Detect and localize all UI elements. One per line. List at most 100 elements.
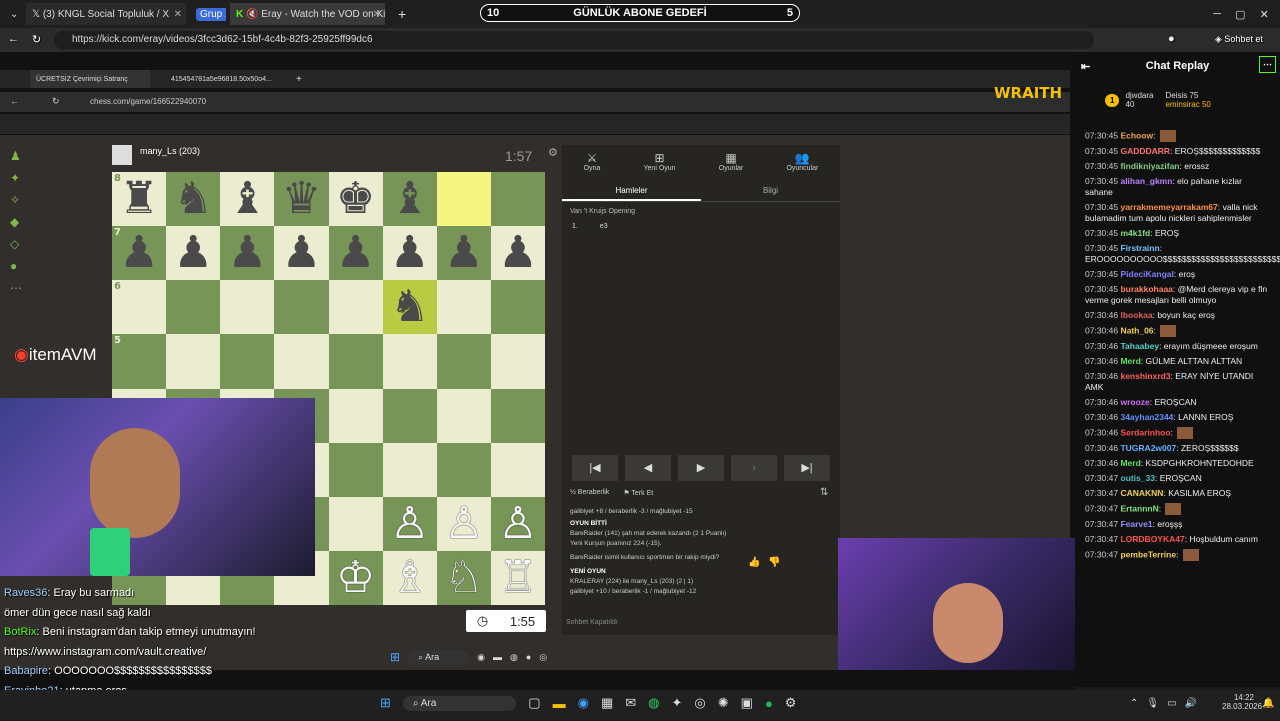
tab-moves[interactable]: Hamleler [562, 182, 701, 201]
inner-url-field[interactable]: chess.com/game/166522940070 [90, 97, 206, 106]
gear-icon[interactable]: ⚙ [548, 146, 558, 159]
maximize-icon[interactable]: ▢ [1235, 8, 1245, 21]
chevron-up-icon[interactable]: ⌃ [1130, 698, 1138, 709]
inner-new-tab-button[interactable]: + [290, 70, 302, 88]
steam-icon[interactable]: ◎ [539, 652, 547, 663]
notification-icon[interactable]: 🔔 [1262, 698, 1274, 709]
mute-icon[interactable]: 🔇 [246, 9, 261, 20]
flip-board-icon[interactable]: ⇅ [820, 487, 828, 498]
watch-icon[interactable]: ◆ [10, 211, 26, 233]
board-square[interactable]: ♘ [436, 550, 491, 605]
board-square[interactable] [328, 496, 383, 551]
chess-piece-wp[interactable]: ♙ [444, 501, 483, 546]
tab-x[interactable]: 𝕏 (3) KNGL Social Topluluk / X ✕ [26, 3, 186, 25]
board-square[interactable] [166, 334, 221, 389]
chat-username[interactable]: Merd [1120, 458, 1140, 468]
board-square[interactable]: ♖ [490, 550, 545, 605]
clock[interactable]: 14:22 28.03.2026 [1222, 693, 1262, 711]
tab-info[interactable]: Bilgi [701, 182, 840, 201]
chat-username[interactable]: findikniyazifan [1120, 161, 1179, 171]
minimize-icon[interactable]: ─ [1213, 8, 1221, 20]
volume-icon[interactable]: 🔊 [1185, 698, 1197, 709]
chat-username[interactable]: Serdarinhoo [1120, 427, 1170, 437]
chess-piece-bk[interactable]: ♚ [336, 177, 375, 221]
chat-username[interactable]: wrooze [1120, 397, 1149, 407]
board-square[interactable] [436, 442, 491, 497]
avatar[interactable]: ● [1168, 33, 1175, 45]
board-square[interactable]: ♟ [166, 226, 221, 281]
chess-piece-bp[interactable]: ♟ [228, 231, 267, 275]
collapse-chat-icon[interactable]: ⇤ [1081, 60, 1090, 73]
copilot-button[interactable]: ◈ Sohbet et [1215, 34, 1263, 45]
taskbar-search-box[interactable]: ⌕ Ara [402, 695, 517, 711]
tab-group[interactable]: Grup 1 [190, 3, 226, 25]
url-field[interactable]: https://kick.com/eray/videos/3fcc3d62-15… [54, 31, 1094, 49]
board-square[interactable] [220, 280, 275, 335]
chat-username[interactable]: burakkohaaa [1120, 284, 1172, 294]
folder-icon[interactable]: ▬ [493, 652, 502, 662]
board-square[interactable]: ♟ [382, 226, 437, 281]
board-square[interactable] [382, 334, 437, 389]
play-button[interactable]: ▶ [678, 455, 724, 481]
inner-search-box[interactable]: ⌕ Ara [408, 649, 470, 665]
board-square[interactable]: ♚ [328, 172, 383, 227]
chat-username[interactable]: yarrakmemeyarrakam67 [1120, 202, 1217, 212]
pawn-icon[interactable]: ♟ [10, 145, 26, 167]
news-icon[interactable]: ◇ [10, 233, 26, 255]
board-square[interactable]: ♟ [274, 226, 329, 281]
tab-list-icon[interactable]: ⌄ [4, 3, 22, 25]
chrome-icon[interactable]: ◉ [477, 652, 485, 663]
board-square[interactable] [328, 388, 383, 443]
play-nav[interactable]: ⚔ Oyna [584, 151, 601, 172]
next-move-button[interactable]: › [731, 455, 777, 481]
tab-kick[interactable]: K 🔇 Eray - Watch the VOD on Kick ✕ [230, 3, 385, 25]
terminal-icon[interactable]: ▣ [741, 695, 753, 711]
chess-piece-wp[interactable]: ♙ [498, 501, 537, 546]
board-square[interactable] [328, 442, 383, 497]
puzzle-icon[interactable]: ✦ [10, 167, 26, 189]
board-square[interactable] [382, 388, 437, 443]
board-square[interactable]: 7 ♟ [112, 226, 167, 281]
board-square[interactable]: ♟ [328, 226, 383, 281]
store-icon[interactable]: ▦ [601, 695, 613, 711]
chess-piece-bp[interactable]: ♟ [498, 231, 537, 275]
board-square[interactable]: ♙ [490, 496, 545, 551]
draw-button[interactable]: ½ Beraberlik [570, 489, 609, 497]
mic-icon[interactable]: 🎙 [1146, 698, 1159, 709]
chat-username[interactable]: outis_33 [1120, 473, 1155, 483]
board-square[interactable]: ♙ [382, 496, 437, 551]
file-explorer-icon[interactable]: ▬ [553, 696, 566, 711]
chess-piece-bp[interactable]: ♟ [173, 231, 212, 275]
board-square[interactable]: ♙ [436, 496, 491, 551]
spotify-icon[interactable]: ● [526, 652, 531, 662]
board-square[interactable]: ♞ [166, 172, 221, 227]
chat-username[interactable]: Firstrainn [1120, 243, 1159, 253]
board-square[interactable] [274, 334, 329, 389]
windows-start-icon[interactable]: ⊞ [390, 650, 400, 664]
prev-move-button[interactable]: ◀ [625, 455, 671, 481]
app-icon[interactable]: ✦ [671, 695, 682, 711]
chat-username[interactable]: 34ayhan2344 [1120, 412, 1173, 422]
board-square[interactable] [490, 388, 545, 443]
board-square[interactable] [490, 172, 545, 227]
chat-username[interactable]: GADDDARR [1120, 146, 1170, 156]
windows-start-icon[interactable]: ⊞ [380, 695, 391, 711]
games-nav[interactable]: ▦ Oyunlar [719, 151, 744, 172]
chess-piece-bb[interactable]: ♝ [228, 177, 267, 221]
chess-piece-bb[interactable]: ♝ [390, 177, 429, 221]
board-square[interactable]: ♟ [220, 226, 275, 281]
new-tab-button[interactable]: + [392, 3, 410, 25]
board-square[interactable]: ♟ [490, 226, 545, 281]
chat-username[interactable]: Fearve1 [1120, 519, 1152, 529]
network-icon[interactable]: ▭ [1167, 698, 1176, 709]
first-move-button[interactable]: |◀ [572, 455, 618, 481]
chess-piece-bp[interactable]: ♟ [444, 231, 483, 275]
social-icon[interactable]: ● [10, 255, 26, 277]
board-square[interactable] [490, 442, 545, 497]
board-square[interactable] [490, 334, 545, 389]
task-view-icon[interactable]: ▢ [528, 695, 540, 711]
chess-piece-bq[interactable]: ♛ [282, 177, 321, 221]
board-square[interactable] [328, 334, 383, 389]
board-square[interactable]: ♔ [328, 550, 383, 605]
board-square[interactable] [436, 172, 491, 227]
